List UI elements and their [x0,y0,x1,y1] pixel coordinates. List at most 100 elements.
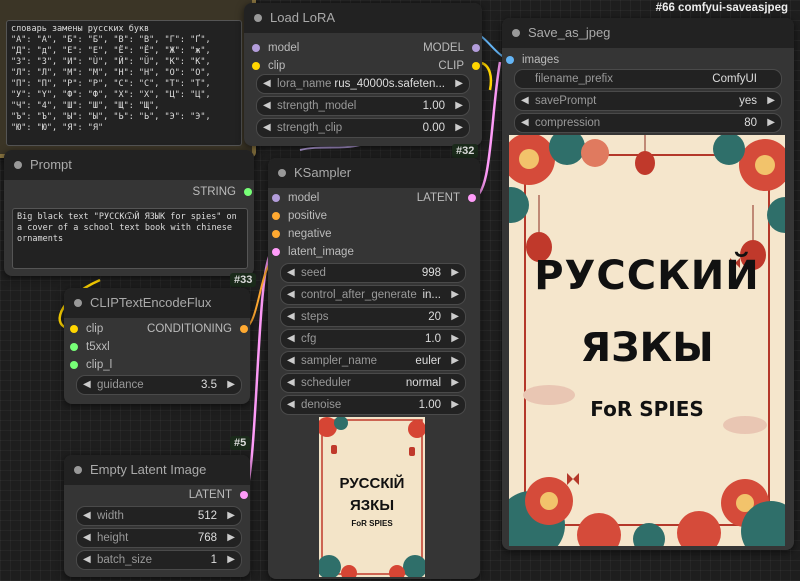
control-after-generate-widget[interactable]: ◀ control_after_generate in... ▶ [280,285,466,305]
arrow-right-icon[interactable]: ▶ [451,330,459,348]
arrow-left-icon[interactable]: ◀ [521,114,529,132]
collapse-dot-icon[interactable] [14,161,22,169]
arrow-right-icon[interactable]: ▶ [227,376,235,394]
batch-size-widget[interactable]: ◀ batch_size 1 ▶ [76,550,242,570]
notes-node[interactable]: словарь замены русских букв "А": "A", "Б… [0,0,256,158]
arrow-left-icon[interactable]: ◀ [287,264,295,282]
arrow-left-icon[interactable]: ◀ [83,551,91,569]
port-clip-out-dot[interactable] [472,62,480,70]
clip-text-encode-title[interactable]: CLIPTextEncodeFlux [64,288,250,318]
port-string-dot[interactable] [244,188,252,196]
arrow-right-icon[interactable]: ▶ [227,507,235,525]
load-lora-node[interactable]: Load LoRA model clip MODEL CLIP ◀ lora_na… [244,3,482,146]
seed-widget[interactable]: ◀ seed 998 ▶ [280,263,466,283]
arrow-right-icon[interactable]: ▶ [767,114,775,132]
arrow-right-icon[interactable]: ▶ [455,75,463,93]
lora-name-widget[interactable]: ◀ lora_name rus_40000s.safeten... ▶ [256,74,470,94]
input-clip[interactable]: clip [70,320,103,338]
collapse-dot-icon[interactable] [74,466,82,474]
arrow-right-icon[interactable]: ▶ [451,352,459,370]
save-as-jpeg-title[interactable]: Save_as_jpeg [502,18,794,48]
output-clip[interactable]: CLIP [438,57,480,75]
save-as-jpeg-node[interactable]: Save_as_jpeg images filename_prefix Comfy… [502,18,794,550]
arrow-left-icon[interactable]: ◀ [287,352,295,370]
arrow-left-icon[interactable]: ◀ [521,92,529,110]
compression-widget[interactable]: ◀ compression 80 ▶ [514,113,782,133]
input-positive[interactable]: positive [272,207,327,225]
arrow-right-icon[interactable]: ▶ [227,529,235,547]
output-latent[interactable]: LATENT [417,189,476,207]
collapse-dot-icon[interactable] [74,299,82,307]
port-model-dot[interactable] [252,44,260,52]
save-prompt-widget[interactable]: ◀ savePrompt yes ▶ [514,91,782,111]
strength-model-widget[interactable]: ◀ strength_model 1.00 ▶ [256,96,470,116]
filename-prefix-widget[interactable]: filename_prefix ComfyUI [514,69,782,89]
ksampler-title[interactable]: KSampler [268,158,480,188]
load-lora-title[interactable]: Load LoRA [244,3,482,33]
arrow-right-icon[interactable]: ▶ [767,92,775,110]
width-widget[interactable]: ◀ width 512 ▶ [76,506,242,526]
port-clip-dot[interactable] [252,62,260,70]
arrow-left-icon[interactable]: ◀ [287,308,295,326]
steps-widget[interactable]: ◀ steps 20 ▶ [280,307,466,327]
empty-latent-node[interactable]: Empty Latent Image LATENT ◀ width 512 ▶ ◀ he… [64,455,250,577]
cfg-widget[interactable]: ◀ cfg 1.0 ▶ [280,329,466,349]
notes-textarea[interactable]: словарь замены русских букв "А": "A", "Б… [6,20,242,146]
arrow-right-icon[interactable]: ▶ [451,264,459,282]
output-conditioning[interactable]: CONDITIONING [147,320,248,338]
input-latent-image[interactable]: latent_image [272,243,354,261]
port-model-out-dot[interactable] [472,44,480,52]
collapse-dot-icon[interactable] [278,169,286,177]
arrow-left-icon[interactable]: ◀ [263,75,271,93]
port-latent-dot[interactable] [240,491,248,499]
port-conditioning-dot[interactable] [272,212,280,220]
input-model[interactable]: model [272,189,319,207]
collapse-dot-icon[interactable] [254,14,262,22]
input-model[interactable]: model [252,39,299,57]
port-latent-dot[interactable] [272,248,280,256]
arrow-left-icon[interactable]: ◀ [287,396,295,414]
arrow-left-icon[interactable]: ◀ [287,286,295,304]
empty-latent-title[interactable]: Empty Latent Image [64,455,250,485]
arrow-left-icon[interactable]: ◀ [263,119,271,137]
arrow-right-icon[interactable]: ▶ [451,308,459,326]
output-string[interactable]: STRING [193,183,252,201]
sampler-name-widget[interactable]: ◀ sampler_name euler ▶ [280,351,466,371]
arrow-right-icon[interactable]: ▶ [455,119,463,137]
arrow-right-icon[interactable]: ▶ [227,551,235,569]
input-negative[interactable]: negative [272,225,331,243]
port-conditioning-dot[interactable] [272,230,280,238]
prompt-textarea[interactable]: Big black text "РУССКѾЙ ЯЗЫК for spies" … [12,208,248,269]
input-images[interactable]: images [506,51,559,69]
arrow-left-icon[interactable]: ◀ [263,97,271,115]
input-t5xxl[interactable]: t5xxl [70,338,110,356]
guidance-widget[interactable]: ◀ guidance 3.5 ▶ [76,375,242,395]
ksampler-preview-image[interactable]: РУССКІЙ ЯЗКЫ FoR SPIES [319,417,425,577]
port-string-dot[interactable] [70,361,78,369]
port-string-dot[interactable] [70,343,78,351]
arrow-left-icon[interactable]: ◀ [83,376,91,394]
port-conditioning-dot[interactable] [240,325,248,333]
denoise-widget[interactable]: ◀ denoise 1.00 ▶ [280,395,466,415]
ksampler-node[interactable]: KSampler model positive negative latent_… [268,158,480,579]
port-clip-dot[interactable] [70,325,78,333]
prompt-title[interactable]: Prompt [4,150,254,180]
arrow-left-icon[interactable]: ◀ [83,507,91,525]
clip-text-encode-node[interactable]: CLIPTextEncodeFlux clip t5xxl clip_l CON… [64,288,250,404]
arrow-left-icon[interactable]: ◀ [83,529,91,547]
height-widget[interactable]: ◀ height 768 ▶ [76,528,242,548]
port-image-dot[interactable] [506,56,514,64]
arrow-right-icon[interactable]: ▶ [451,286,459,304]
arrow-right-icon[interactable]: ▶ [451,396,459,414]
save-jpeg-preview-image[interactable]: РУССКИЙ ЯЗКЫ FoR SPIES [509,135,785,546]
strength-clip-widget[interactable]: ◀ strength_clip 0.00 ▶ [256,118,470,138]
scheduler-widget[interactable]: ◀ scheduler normal ▶ [280,373,466,393]
arrow-left-icon[interactable]: ◀ [287,330,295,348]
output-model[interactable]: MODEL [423,39,480,57]
port-model-dot[interactable] [272,194,280,202]
prompt-node[interactable]: Prompt STRING Big black text "РУССКѾЙ ЯЗ… [4,150,254,276]
arrow-right-icon[interactable]: ▶ [455,97,463,115]
input-clip[interactable]: clip [252,57,285,75]
arrow-left-icon[interactable]: ◀ [287,374,295,392]
port-latent-dot[interactable] [468,194,476,202]
